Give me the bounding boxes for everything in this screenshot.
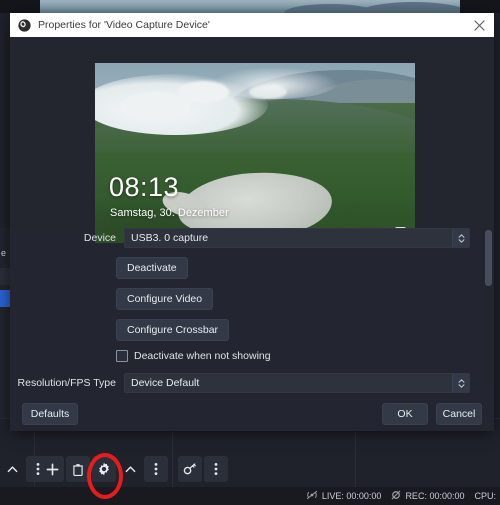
dialog-body: 08:13 Samstag, 30. Dezember Device USB3.…	[10, 37, 494, 431]
form-scrollbar-track[interactable]	[485, 230, 492, 385]
source-options-button[interactable]	[144, 456, 168, 482]
resolution-fps-select[interactable]: Device Default	[124, 373, 470, 393]
preview-cloud	[178, 81, 230, 103]
add-source-button[interactable]	[40, 456, 64, 482]
device-label: Device	[83, 232, 116, 244]
dialog-titlebar[interactable]: Properties for 'Video Capture Device'	[10, 13, 494, 37]
chevron-updown-icon[interactable]	[452, 229, 469, 247]
close-icon[interactable]	[464, 13, 494, 37]
preview-cloud	[248, 84, 287, 99]
device-row: Device USB3. 0 capture	[10, 228, 494, 248]
sources-toolbar	[40, 455, 170, 483]
configure-video-row: Configure Video	[10, 288, 494, 310]
lockscreen-clock-time: 08:13	[109, 172, 180, 202]
device-select-value: USB3. 0 capture	[131, 232, 209, 244]
deactivate-when-not-showing-checkbox[interactable]	[116, 350, 128, 362]
audio-filters-button[interactable]	[178, 456, 202, 482]
move-source-up-button[interactable]	[0, 456, 24, 482]
cpu-status: CPU:	[474, 491, 496, 501]
defaults-button[interactable]: Defaults	[22, 403, 78, 425]
obs-program-preview-peek	[40, 0, 460, 13]
form-scrollbar-thumb[interactable]	[485, 230, 492, 286]
dialog-footer: Defaults OK Cancel	[10, 397, 494, 431]
mixer-toolbar	[178, 455, 230, 483]
rec-status: REC: 00:00:00	[391, 490, 464, 502]
dialog-title: Properties for 'Video Capture Device'	[38, 19, 210, 31]
resolution-fps-label: Resolution/FPS Type	[17, 377, 116, 389]
deactivate-when-not-showing-row[interactable]: Deactivate when not showing	[10, 350, 494, 362]
obs-logo-icon	[18, 18, 31, 32]
cpu-label: CPU:	[474, 491, 496, 501]
device-select[interactable]: USB3. 0 capture	[124, 228, 470, 248]
remove-source-button[interactable]	[66, 456, 90, 482]
cancel-button[interactable]: Cancel	[436, 403, 482, 425]
properties-dialog: Properties for 'Video Capture Device' 08…	[10, 13, 494, 431]
ok-button[interactable]: OK	[382, 403, 428, 425]
configure-crossbar-row: Configure Crossbar	[10, 319, 494, 341]
obs-studio-window: e LIVE: 00:00:00 REC: 00:00:00 CPU: Prop…	[0, 0, 500, 505]
mixer-options-button[interactable]	[204, 456, 228, 482]
broadcast-muted-icon	[306, 490, 318, 502]
record-muted-icon	[391, 490, 401, 502]
chevron-updown-icon[interactable]	[452, 374, 469, 392]
configure-crossbar-button[interactable]: Configure Crossbar	[116, 319, 230, 341]
status-bar: LIVE: 00:00:00 REC: 00:00:00 CPU:	[0, 487, 500, 505]
resolution-fps-row: Resolution/FPS Type Device Default	[10, 373, 494, 393]
deactivate-button[interactable]: Deactivate	[116, 257, 188, 279]
resolution-fps-select-value: Device Default	[131, 377, 200, 389]
video-preview: 08:13 Samstag, 30. Dezember	[95, 63, 415, 243]
scenes-panel-label-sliver: e	[1, 248, 7, 258]
deactivate-when-not-showing-label: Deactivate when not showing	[134, 350, 271, 362]
settings-gear-button[interactable]	[92, 456, 116, 482]
deactivate-row: Deactivate	[10, 257, 494, 279]
live-timer-label: LIVE: 00:00:00	[321, 491, 382, 501]
configure-video-button[interactable]: Configure Video	[116, 288, 214, 310]
device-preview-area: 08:13 Samstag, 30. Dezember	[10, 37, 494, 243]
move-up-button[interactable]	[118, 456, 142, 482]
rec-timer-label: REC: 00:00:00	[405, 491, 465, 501]
lockscreen-clock-date: Samstag, 30. Dezember	[110, 207, 229, 219]
live-status: LIVE: 00:00:00	[306, 490, 382, 502]
